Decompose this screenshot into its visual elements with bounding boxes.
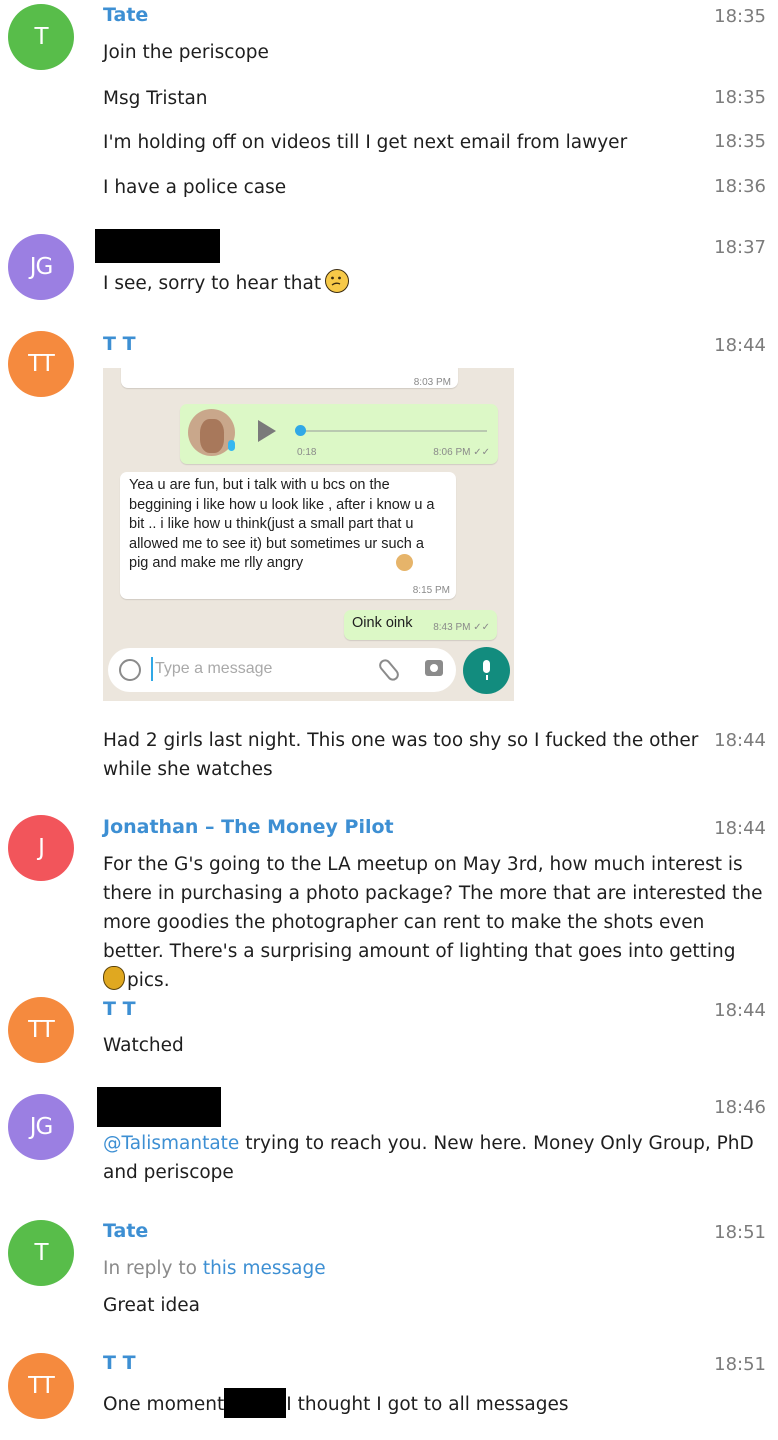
- avatar[interactable]: JG: [8, 1094, 74, 1160]
- message-time: 18:37: [714, 237, 766, 258]
- redacted-name: [224, 1388, 287, 1418]
- sender-name[interactable]: Tate: [103, 1220, 148, 1242]
- message-text: Msg Tristan: [103, 88, 208, 109]
- message-time: 18:44: [714, 335, 766, 356]
- avatar[interactable]: JG: [8, 234, 74, 300]
- message-text: I'm holding off on videos till I get nex…: [103, 132, 628, 153]
- play-icon: [258, 420, 276, 442]
- user-mention-link[interactable]: @Talismantate: [103, 1133, 239, 1154]
- message-time: 18:35: [714, 87, 766, 108]
- voice-progress-track: [299, 430, 487, 432]
- message-time: 18:51: [714, 1354, 766, 1375]
- wa-time: 8:06 PM ✓✓: [433, 447, 490, 458]
- message-text-content: For the G's going to the LA meetup on Ma…: [103, 854, 763, 962]
- sender-name[interactable]: Jonathan – The Money Pilot: [103, 816, 394, 838]
- message-text: I see, sorry to hear that: [103, 269, 350, 298]
- avatar[interactable]: TT: [8, 1353, 74, 1419]
- wa-input-placeholder: Type a message: [155, 660, 273, 677]
- message-text-content: I thought I got to all messages: [286, 1394, 569, 1415]
- message-text-content: One moment: [103, 1394, 225, 1415]
- message-text: Great idea: [103, 1295, 200, 1316]
- message-time: 18:51: [714, 1222, 766, 1243]
- wa-time: 8:15 PM: [412, 585, 450, 596]
- camera-icon: [425, 660, 443, 676]
- wa-previous-bubble: [121, 368, 458, 388]
- voice-duration: 0:18: [297, 447, 317, 458]
- message-text: Had 2 girls last night. This one was too…: [103, 730, 699, 780]
- redacted-name: [95, 229, 220, 263]
- message-text-content: pics.: [127, 970, 170, 991]
- reply-header: In reply to this message: [103, 1254, 326, 1283]
- sender-name[interactable]: Tate: [103, 4, 148, 26]
- message-text-content: I see, sorry to hear that: [103, 273, 322, 294]
- sender-name[interactable]: T T: [103, 333, 136, 355]
- wa-time: 8:43 PM ✓✓: [433, 622, 490, 633]
- embedded-screenshot-image[interactable]: 8:03 PM 0:18 8:06 PM ✓✓ Yea u are fun, b…: [103, 368, 514, 701]
- message-text: Watched: [103, 1035, 184, 1056]
- text-cursor: [151, 657, 153, 681]
- message-time: 18:36: [714, 176, 766, 197]
- avatar[interactable]: T: [8, 1220, 74, 1286]
- message-time: 18:46: [714, 1097, 766, 1118]
- message-text: One moment I thought I got to all message…: [103, 1388, 569, 1419]
- avatar[interactable]: TT: [8, 997, 74, 1063]
- wa-time: 8:03 PM: [413, 377, 451, 388]
- mic-icon: [228, 440, 235, 451]
- woman-emoji-icon: [396, 554, 413, 571]
- money-bag-icon: [103, 966, 125, 990]
- message-text: I have a police case: [103, 177, 287, 198]
- redacted-name: [97, 1087, 221, 1127]
- voice-progress-knob: [295, 425, 306, 436]
- message-time: 18:35: [714, 131, 766, 152]
- send-mic-button: [463, 647, 510, 694]
- emoji-icon: [119, 659, 141, 681]
- message-text: @Talismantate trying to reach you. New h…: [103, 1129, 765, 1187]
- avatar[interactable]: TT: [8, 331, 74, 397]
- sender-name[interactable]: T T: [103, 1352, 136, 1374]
- message-time: 18:35: [714, 6, 766, 27]
- avatar[interactable]: J: [8, 815, 74, 881]
- reply-message-link[interactable]: this message: [203, 1258, 326, 1279]
- avatar[interactable]: T: [8, 4, 74, 70]
- message-text: For the G's going to the LA meetup on Ma…: [103, 850, 765, 995]
- sender-name[interactable]: T T: [103, 998, 136, 1020]
- wa-outgoing-text: Oink oink: [352, 615, 413, 631]
- confused-face-icon: [325, 269, 350, 293]
- reply-prefix: In reply to: [103, 1258, 203, 1279]
- message-time: 18:44: [714, 818, 766, 839]
- message-time: 18:44: [714, 1000, 766, 1021]
- message-time: 18:44: [714, 730, 766, 751]
- message-text: Join the periscope: [103, 42, 269, 63]
